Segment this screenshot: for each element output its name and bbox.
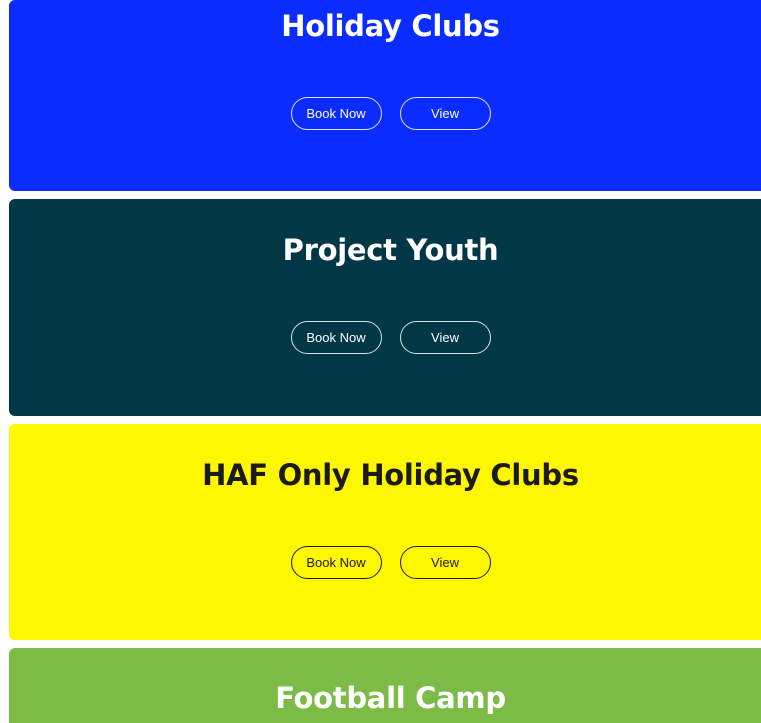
book-now-button[interactable]: Book Now [290, 546, 382, 579]
card-title: Holiday Clubs [281, 9, 500, 43]
card-title: HAF Only Holiday Clubs [202, 458, 579, 492]
card-holiday-clubs: Holiday Clubs Book Now View [9, 0, 761, 191]
view-button[interactable]: View [399, 546, 491, 579]
book-now-button[interactable]: Book Now [290, 321, 382, 354]
view-button[interactable]: View [399, 97, 491, 130]
card-project-youth: Project Youth Book Now View [9, 199, 761, 416]
card-actions: Book Now View [9, 321, 761, 354]
card-actions: Book Now View [9, 97, 761, 130]
card-title: Football Camp [275, 681, 506, 715]
card-haf-only-holiday-clubs: HAF Only Holiday Clubs Book Now View [9, 424, 761, 640]
activity-card-list: Holiday Clubs Book Now View Project Yout… [0, 0, 761, 723]
card-title: Project Youth [282, 233, 499, 267]
view-button[interactable]: View [399, 321, 491, 354]
card-actions: Book Now View [9, 546, 761, 579]
card-football-camp: Football Camp [9, 648, 761, 723]
book-now-button[interactable]: Book Now [290, 97, 382, 130]
